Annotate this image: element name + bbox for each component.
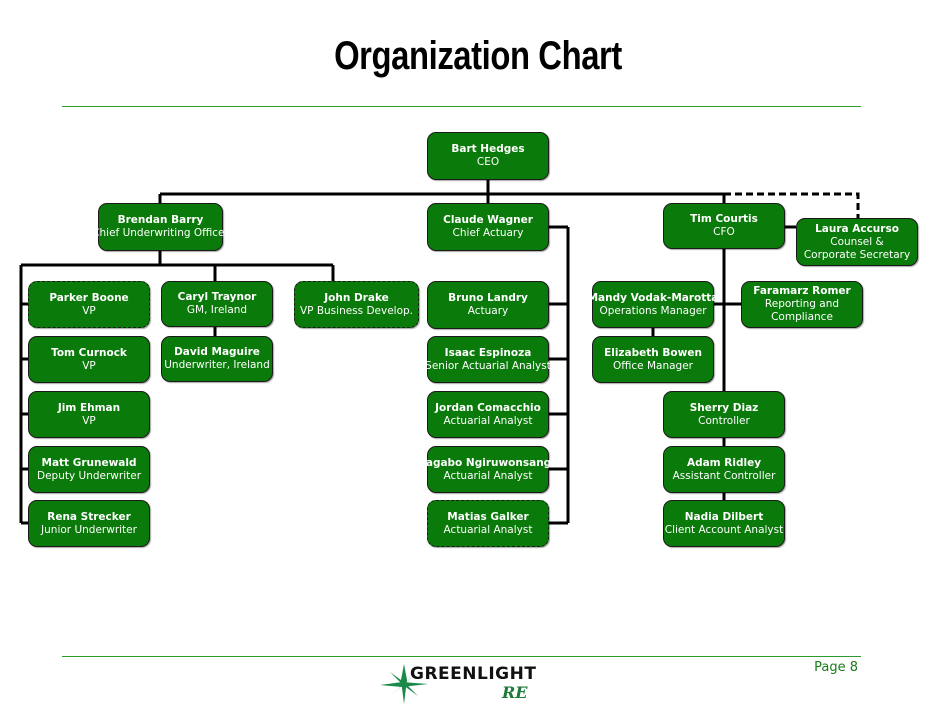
org-box-underwriting-0[interactable]: Parker Boone VP xyxy=(28,281,150,328)
person-name: Matias Galker xyxy=(447,510,529,523)
org-box-ireland-0[interactable]: Caryl Traynor GM, Ireland xyxy=(161,281,273,327)
org-box-actuarial-4[interactable]: Matias Galker Actuarial Analyst xyxy=(427,500,549,547)
org-box-operations-1[interactable]: Elizabeth Bowen Office Manager xyxy=(592,336,714,383)
person-name: Bart Hedges xyxy=(451,143,525,155)
person-role: CEO xyxy=(476,156,500,168)
person-role: Reporting and xyxy=(764,298,840,310)
person-role: Actuarial Analyst xyxy=(443,523,533,536)
person-name: Mandy Vodak-Marotta xyxy=(587,291,719,304)
org-box-finance-1[interactable]: Adam Ridley Assistant Controller xyxy=(663,446,785,493)
person-role: Chief Actuary xyxy=(452,227,524,239)
person-name: Elizabeth Bowen xyxy=(604,346,702,359)
person-name: Isaac Espinoza xyxy=(444,346,532,359)
page-number: Page 8 xyxy=(814,660,858,675)
org-box-reporting[interactable]: Faramarz Romer Reporting and Compliance xyxy=(741,281,863,328)
person-name: David Maguire xyxy=(174,346,260,358)
person-role: Senior Actuarial Analyst xyxy=(425,359,551,372)
logo-suffix: RE xyxy=(502,683,528,702)
org-box-ireland-1[interactable]: David Maguire Underwriter, Ireland xyxy=(161,336,273,382)
org-box-underwriting-2[interactable]: Jim Ehman VP xyxy=(28,391,150,438)
org-box-actuarial-2[interactable]: Jordan Comacchio Actuarial Analyst xyxy=(427,391,549,438)
person-name: Faramarz Romer xyxy=(753,285,851,297)
org-box-finance-2[interactable]: Nadia Dilbert Client Account Analyst xyxy=(663,500,785,547)
person-name: Adam Ridley xyxy=(686,456,762,469)
org-box-finance-0[interactable]: Sherry Diaz Controller xyxy=(663,391,785,438)
person-role: Actuarial Analyst xyxy=(443,414,533,427)
person-name: Sherry Diaz xyxy=(689,401,759,414)
person-role: Junior Underwriter xyxy=(41,523,137,536)
person-name: Jordan Comacchio xyxy=(435,401,541,414)
person-role-line2: Compliance xyxy=(771,311,833,323)
person-name: Claude Wagner xyxy=(443,214,533,226)
org-box-cfo[interactable]: Tim Courtis CFO xyxy=(663,203,785,249)
person-role-line2: Corporate Secretary xyxy=(803,248,911,261)
person-role: CFO xyxy=(713,226,735,238)
person-name: Bruno Landry xyxy=(448,292,528,304)
org-box-operations-0[interactable]: Mandy Vodak-Marotta Operations Manager xyxy=(588,281,718,328)
person-role: Underwriter, Ireland xyxy=(164,359,270,371)
person-role: Actuary xyxy=(467,305,509,317)
person-name: Tom Curnock xyxy=(51,346,127,359)
person-role: VP Business Develop. xyxy=(299,304,414,317)
org-box-ceo[interactable]: Bart Hedges CEO xyxy=(427,132,549,180)
org-box-actuarial-3[interactable]: Kagabo Ngiruwonsanga Actuarial Analyst xyxy=(418,446,558,493)
org-box-cuo[interactable]: Brendan Barry Chief Underwriting Officer xyxy=(92,203,229,251)
person-role: Counsel & xyxy=(830,235,884,248)
person-role: VP xyxy=(82,359,96,372)
person-role: Assistant Controller xyxy=(672,469,776,482)
person-name: Rena Strecker xyxy=(47,510,131,523)
person-name: John Drake xyxy=(324,291,389,304)
person-name: Nadia Dilbert xyxy=(684,510,764,523)
person-name: Parker Boone xyxy=(49,291,129,304)
person-role: Chief Underwriting Officer xyxy=(92,227,229,239)
bottom-divider xyxy=(62,656,861,657)
org-box-chief-actuary[interactable]: Claude Wagner Chief Actuary xyxy=(427,203,549,251)
person-role: Client Account Analyst xyxy=(664,523,784,536)
org-box-underwriting-1[interactable]: Tom Curnock VP xyxy=(28,336,150,383)
org-box-actuarial-0[interactable]: Bruno Landry Actuary xyxy=(427,281,549,329)
person-name: Caryl Traynor xyxy=(177,291,257,303)
person-role: VP xyxy=(82,414,96,427)
person-role: Operations Manager xyxy=(599,304,707,317)
person-name: Kagabo Ngiruwonsanga xyxy=(417,456,559,469)
org-box-underwriting-3[interactable]: Matt Grunewald Deputy Underwriter xyxy=(28,446,150,493)
person-name: Brendan Barry xyxy=(117,214,204,226)
person-role: Office Manager xyxy=(612,359,693,372)
person-name: Tim Courtis xyxy=(690,213,758,225)
person-name: Laura Accurso xyxy=(815,222,899,235)
person-name: Matt Grunewald xyxy=(41,456,137,469)
org-box-bizdev[interactable]: John Drake VP Business Develop. xyxy=(294,281,419,328)
person-name: Jim Ehman xyxy=(57,401,121,414)
person-role: Deputy Underwriter xyxy=(36,469,142,482)
org-box-actuarial-1[interactable]: Isaac Espinoza Senior Actuarial Analyst xyxy=(425,336,551,383)
person-role: GM, Ireland xyxy=(186,304,248,316)
org-box-counsel[interactable]: Laura Accurso Counsel & Corporate Secret… xyxy=(796,218,918,266)
person-role: Controller xyxy=(698,414,750,427)
person-role: VP xyxy=(82,304,96,317)
logo-wordmark: GREENLIGHT xyxy=(410,664,537,684)
org-box-underwriting-4[interactable]: Rena Strecker Junior Underwriter xyxy=(28,500,150,547)
person-role: Actuarial Analyst xyxy=(443,469,533,482)
